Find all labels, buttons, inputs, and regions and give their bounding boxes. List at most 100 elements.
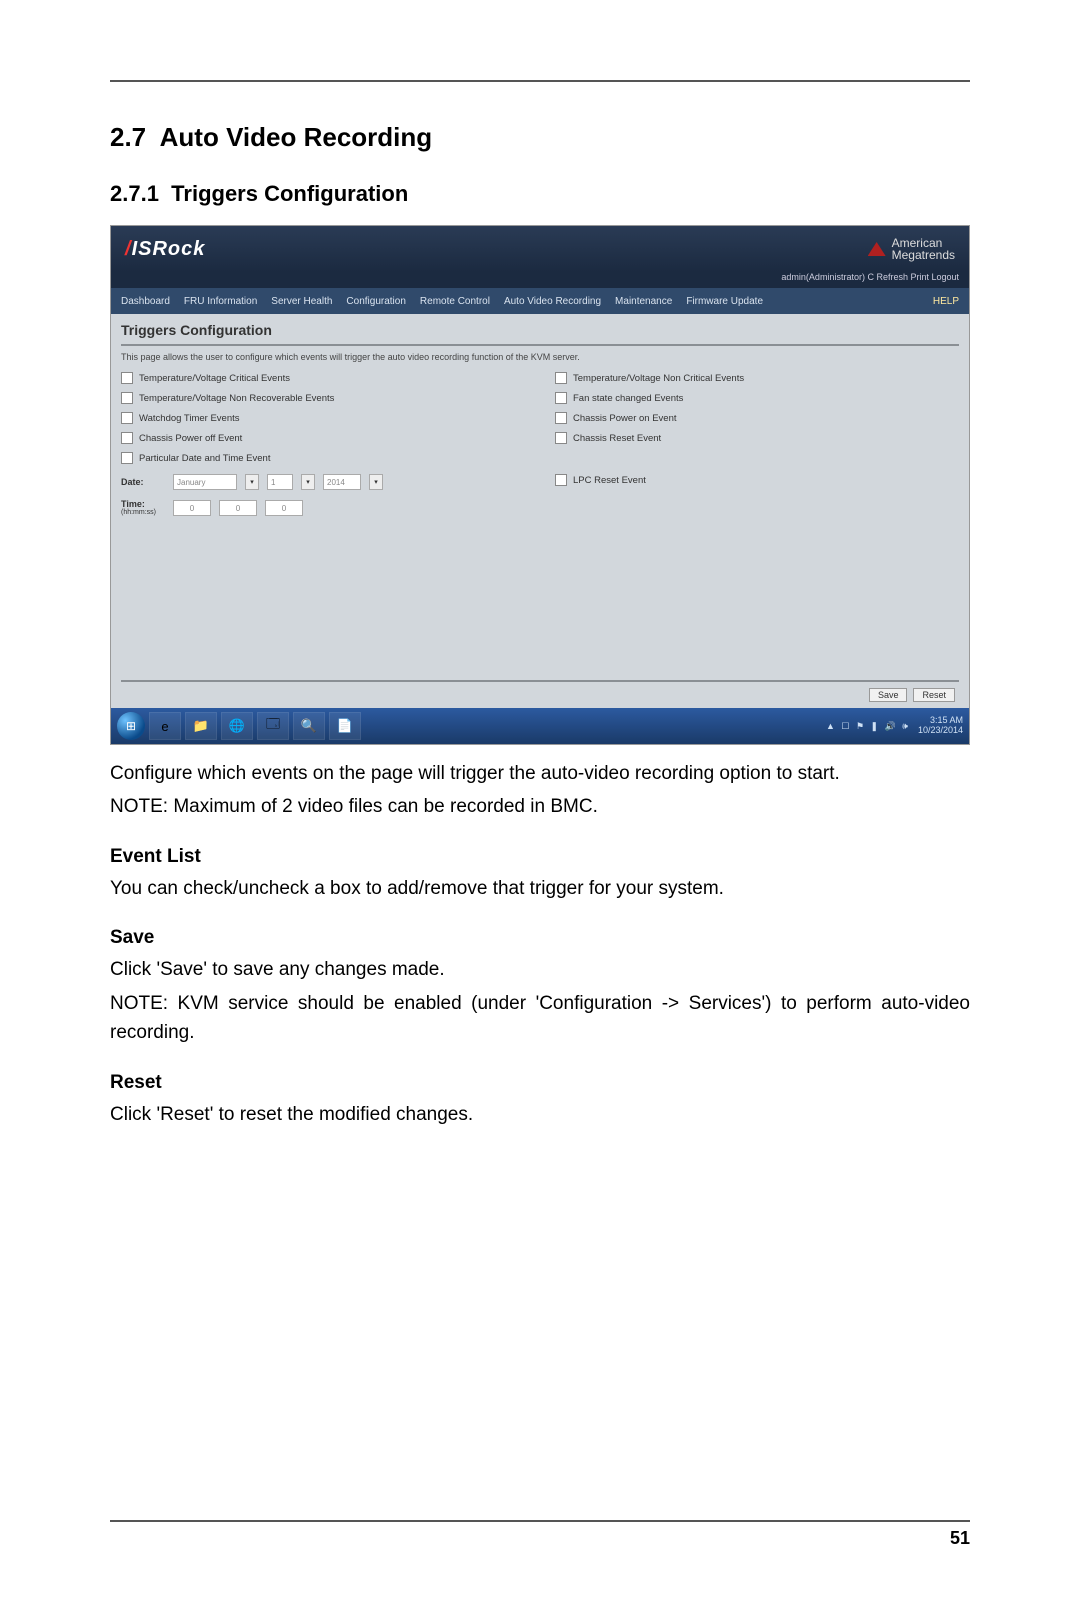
nav-auto-video[interactable]: Auto Video Recording bbox=[504, 296, 601, 307]
chk-watchdog[interactable]: Watchdog Timer Events bbox=[121, 412, 525, 424]
chk-label: Chassis Power off Event bbox=[139, 433, 242, 444]
ss-save-button[interactable]: Save bbox=[869, 688, 908, 702]
chk-label: Watchdog Timer Events bbox=[139, 413, 240, 424]
start-orb-icon[interactable]: ⊞ bbox=[117, 712, 145, 740]
page-number: 51 bbox=[110, 1528, 970, 1549]
embedded-screenshot: /ISRock American Megatrends admin(Admini… bbox=[110, 225, 970, 745]
chk-temp-nonrec[interactable]: Temperature/Voltage Non Recoverable Even… bbox=[121, 392, 525, 404]
chk-label: Temperature/Voltage Critical Events bbox=[139, 373, 290, 384]
spacer bbox=[555, 452, 959, 466]
taskbar-app-icon[interactable]: 🌐 bbox=[221, 712, 253, 740]
taskbar: ⊞ e 📁 🌐 🗔 🔍 📄 ▲ ☐ ⚑ ❚ 🔊 🕪 3:15 AM 10/23/… bbox=[111, 708, 969, 744]
intro-note: NOTE: Maximum of 2 video files can be re… bbox=[110, 792, 970, 821]
chk-lpc-reset[interactable]: LPC Reset Event bbox=[555, 474, 959, 486]
ss-rule bbox=[121, 344, 959, 346]
taskbar-ie-icon[interactable]: e bbox=[149, 712, 181, 740]
ss-nav: Dashboard FRU Information Server Health … bbox=[111, 288, 969, 314]
ss-reset-button[interactable]: Reset bbox=[913, 688, 955, 702]
nav-remote-control[interactable]: Remote Control bbox=[420, 296, 490, 307]
chk-power-on[interactable]: Chassis Power on Event bbox=[555, 412, 959, 424]
ss-page-title: Triggers Configuration bbox=[121, 322, 959, 338]
section-title: Auto Video Recording bbox=[160, 122, 433, 152]
chk-power-off[interactable]: Chassis Power off Event bbox=[121, 432, 525, 444]
ss-col-right: Temperature/Voltage Non Critical Events … bbox=[555, 372, 959, 516]
checkbox-icon[interactable] bbox=[121, 432, 133, 444]
date-row: Date: January ▾ 1 ▾ 2014 ▾ bbox=[121, 474, 525, 490]
date-month-select[interactable]: January bbox=[173, 474, 237, 490]
intro-paragraph: Configure which events on the page will … bbox=[110, 759, 970, 788]
page-footer: 51 bbox=[110, 1520, 970, 1549]
top-rule bbox=[110, 80, 970, 82]
spin-icon[interactable]: ▾ bbox=[245, 474, 259, 490]
chk-label: Chassis Power on Event bbox=[573, 413, 677, 424]
subsection-heading: 2.7.1 Triggers Configuration bbox=[110, 181, 970, 207]
nav-help[interactable]: HELP bbox=[933, 296, 959, 307]
taskbar-app-icon[interactable]: 🔍 bbox=[293, 712, 325, 740]
brand-logo: /ISRock bbox=[125, 238, 205, 261]
checkbox-icon[interactable] bbox=[555, 432, 567, 444]
spin-icon[interactable]: ▾ bbox=[369, 474, 383, 490]
checkbox-icon[interactable] bbox=[555, 392, 567, 404]
ss-body: Triggers Configuration This page allows … bbox=[111, 314, 969, 708]
ss-columns: Temperature/Voltage Critical Events Temp… bbox=[121, 372, 959, 516]
date-label: Date: bbox=[121, 477, 165, 487]
date-year-input[interactable]: 2014 bbox=[323, 474, 361, 490]
taskbar-app-icon[interactable]: 🗔 bbox=[257, 712, 289, 740]
nav-firmware[interactable]: Firmware Update bbox=[686, 296, 763, 307]
checkbox-icon[interactable] bbox=[555, 372, 567, 384]
chk-label: Chassis Reset Event bbox=[573, 433, 661, 444]
chk-date-time[interactable]: Particular Date and Time Event bbox=[121, 452, 525, 464]
reset-heading: Reset bbox=[110, 1072, 970, 1094]
section-number: 2.7 bbox=[110, 122, 146, 152]
event-list-heading: Event List bbox=[110, 846, 970, 868]
chk-temp-crit[interactable]: Temperature/Voltage Critical Events bbox=[121, 372, 525, 384]
section-heading: 2.7 Auto Video Recording bbox=[110, 122, 970, 153]
save-paragraph-1: Click 'Save' to save any changes made. bbox=[110, 955, 970, 984]
save-heading: Save bbox=[110, 927, 970, 949]
ss-subheader: admin(Administrator) C Refresh Print Log… bbox=[111, 272, 969, 288]
spin-icon[interactable]: ▾ bbox=[301, 474, 315, 490]
ss-col-left: Temperature/Voltage Critical Events Temp… bbox=[121, 372, 525, 516]
subsection-title: Triggers Configuration bbox=[171, 181, 408, 206]
checkbox-icon[interactable] bbox=[555, 412, 567, 424]
save-paragraph-2: NOTE: KVM service should be enabled (und… bbox=[110, 989, 970, 1048]
ss-spacer bbox=[121, 516, 959, 680]
checkbox-icon[interactable] bbox=[555, 474, 567, 486]
time-row: Time: (hh:mm:ss) 0 0 0 bbox=[121, 500, 525, 516]
ss-desc: This page allows the user to configure w… bbox=[121, 352, 959, 362]
ss-header: /ISRock American Megatrends bbox=[111, 226, 969, 272]
time-label: Time: bbox=[121, 500, 165, 509]
nav-fru[interactable]: FRU Information bbox=[184, 296, 257, 307]
taskbar-tray[interactable]: ▲ ☐ ⚑ ❚ 🔊 🕪 3:15 AM 10/23/2014 bbox=[826, 716, 963, 736]
subsection-number: 2.7.1 bbox=[110, 181, 159, 206]
nav-dashboard[interactable]: Dashboard bbox=[121, 296, 170, 307]
nav-maintenance[interactable]: Maintenance bbox=[615, 296, 672, 307]
checkbox-icon[interactable] bbox=[121, 392, 133, 404]
chk-temp-noncrit[interactable]: Temperature/Voltage Non Critical Events bbox=[555, 372, 959, 384]
chk-label: Particular Date and Time Event bbox=[139, 453, 270, 464]
checkbox-icon[interactable] bbox=[121, 412, 133, 424]
time-h-input[interactable]: 0 bbox=[173, 500, 211, 516]
chk-label: Temperature/Voltage Non Recoverable Even… bbox=[139, 393, 334, 404]
checkbox-icon[interactable] bbox=[121, 452, 133, 464]
time-hint: (hh:mm:ss) bbox=[121, 509, 165, 516]
checkbox-icon[interactable] bbox=[121, 372, 133, 384]
ami-line2: Megatrends bbox=[892, 249, 955, 261]
taskbar-app-icon[interactable]: 📄 bbox=[329, 712, 361, 740]
date-day-input[interactable]: 1 bbox=[267, 474, 293, 490]
ami-icon bbox=[868, 242, 886, 256]
ss-button-bar: Save Reset bbox=[121, 680, 959, 708]
nav-configuration[interactable]: Configuration bbox=[346, 296, 405, 307]
taskbar-explorer-icon[interactable]: 📁 bbox=[185, 712, 217, 740]
ami-logo: American Megatrends bbox=[868, 237, 955, 261]
time-s-input[interactable]: 0 bbox=[265, 500, 303, 516]
chk-label: Temperature/Voltage Non Critical Events bbox=[573, 373, 744, 384]
event-list-paragraph: You can check/uncheck a box to add/remov… bbox=[110, 874, 970, 903]
tray-icons[interactable]: ▲ ☐ ⚑ ❚ 🔊 🕪 bbox=[826, 721, 910, 732]
chk-label: LPC Reset Event bbox=[573, 475, 646, 486]
chk-fan[interactable]: Fan state changed Events bbox=[555, 392, 959, 404]
nav-server-health[interactable]: Server Health bbox=[271, 296, 332, 307]
reset-paragraph: Click 'Reset' to reset the modified chan… bbox=[110, 1100, 970, 1129]
time-m-input[interactable]: 0 bbox=[219, 500, 257, 516]
chk-chassis-reset[interactable]: Chassis Reset Event bbox=[555, 432, 959, 444]
